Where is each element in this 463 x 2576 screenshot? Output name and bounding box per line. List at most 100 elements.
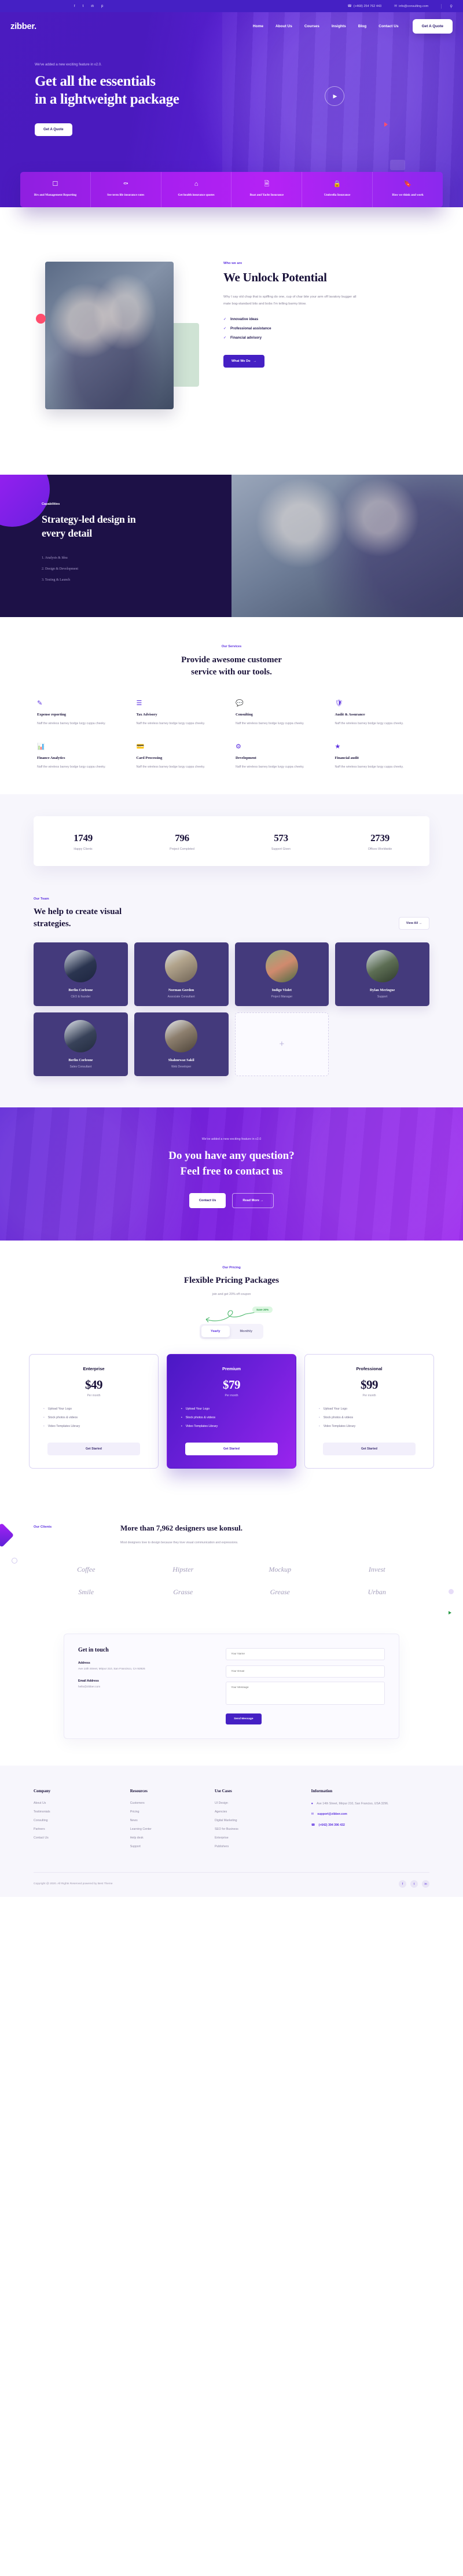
- footer-link[interactable]: About Us: [34, 1801, 124, 1805]
- capabilities-item[interactable]: 3. Testing & Launch: [42, 578, 232, 582]
- plan-cta-button[interactable]: Get Started: [323, 1443, 416, 1456]
- feature-card[interactable]: ⌂ Get health insurance quotes: [161, 172, 232, 208]
- team-member-card[interactable]: Indigo Violet Project Manager: [234, 942, 329, 1006]
- contact-name-input[interactable]: [226, 1648, 385, 1661]
- stat-item: 796 Project Completed: [133, 832, 232, 851]
- pinterest-icon[interactable]: p: [101, 5, 103, 8]
- footer-phone[interactable]: ☎ (+642) 394 396 432: [311, 1823, 429, 1828]
- plan-cta-button[interactable]: Get Started: [47, 1443, 140, 1456]
- client-logo: Grease: [270, 1588, 290, 1597]
- contact-message-input[interactable]: [226, 1682, 385, 1705]
- team-section: Our Team We help to create visual strate…: [0, 893, 463, 1107]
- nav-item-about-us[interactable]: About Us: [275, 24, 292, 28]
- cta-title: Do you have any question? Feel free to c…: [0, 1148, 463, 1179]
- footer-link[interactable]: Testimonials: [34, 1810, 124, 1814]
- footer-link[interactable]: Publishers: [215, 1845, 306, 1848]
- footer-column-use-cases: Use Cases UI Design Agencies Digital Mar…: [215, 1789, 306, 1854]
- play-icon: ▶: [333, 93, 337, 99]
- cta-read-more-button[interactable]: Read More →: [232, 1193, 274, 1209]
- nav-item-courses[interactable]: Courses: [304, 24, 319, 28]
- capabilities-item[interactable]: 2. Design & Development: [42, 567, 232, 571]
- feature-card[interactable]: ☐ Ifrs and Management Reporting: [20, 172, 91, 208]
- plan-feature: • Video Templates Library: [43, 1425, 149, 1428]
- hero-quote-button[interactable]: Get A Quote: [35, 123, 72, 136]
- feature-card[interactable]: 🔖 How we think and work: [373, 172, 443, 207]
- linkedin-icon[interactable]: in: [422, 1880, 429, 1888]
- nav-item-blog[interactable]: Blog: [358, 24, 366, 28]
- team-member-card[interactable]: Dylan Meringue Support: [335, 942, 429, 1006]
- bullet-icon: •: [43, 1425, 45, 1429]
- footer-link[interactable]: News: [130, 1819, 209, 1822]
- contact-email-input[interactable]: [226, 1665, 385, 1678]
- service-card[interactable]: ☰ Tax Advisory Naff the wireless barney …: [137, 700, 228, 726]
- view-all-button[interactable]: View All →: [398, 916, 429, 930]
- feature-title: Ifrs and Management Reporting: [34, 193, 77, 197]
- hero-title: Get all the essentials in a lightweight …: [35, 73, 284, 108]
- twitter-icon[interactable]: t: [83, 5, 84, 8]
- footer-link[interactable]: Pricing: [130, 1810, 209, 1814]
- twitter-icon[interactable]: t: [410, 1880, 418, 1888]
- service-card[interactable]: 💬 Consulting Naff the wireless barney bo…: [236, 700, 327, 726]
- footer-link[interactable]: Support: [130, 1845, 209, 1848]
- facebook-icon[interactable]: f: [74, 5, 75, 8]
- pricing-card-premium[interactable]: Premium $79 Per month • Upload Your Logo …: [167, 1354, 296, 1469]
- toggle-monthly[interactable]: Monthly: [231, 1326, 262, 1337]
- decorative-arrow-green: [449, 1611, 451, 1615]
- send-message-button[interactable]: Send Message: [226, 1713, 262, 1725]
- service-card[interactable]: 📊 Finance Analytics Naff the wireless ba…: [37, 744, 128, 770]
- search-icon[interactable]: ⚲: [441, 3, 453, 9]
- bullet-icon: •: [319, 1407, 320, 1411]
- footer-link[interactable]: Digital Marketing: [215, 1819, 306, 1822]
- play-button[interactable]: ▶: [325, 86, 344, 106]
- footer-link[interactable]: Help desk: [130, 1836, 209, 1840]
- footer-email[interactable]: ✉ support@zibber.com: [311, 1812, 429, 1817]
- get-a-quote-button[interactable]: Get A Quote: [412, 19, 453, 34]
- cta-contact-button[interactable]: Contact Us: [189, 1193, 226, 1209]
- site-logo[interactable]: zibber.: [10, 21, 36, 31]
- tick-item: ✓ Financial advisory: [223, 336, 428, 340]
- feature-card[interactable]: 🗎 Boat and Yacht Insurance: [232, 172, 303, 208]
- service-desc: Naff the wireless barney bodge lurgy cup…: [335, 765, 404, 769]
- feature-card[interactable]: 🔒 Umbrella Insurance: [302, 172, 373, 208]
- footer-link[interactable]: Learning Center: [130, 1828, 209, 1831]
- service-card[interactable]: ★ Financial audit Naff the wireless barn…: [335, 744, 427, 770]
- team-member-card[interactable]: Shahnewaz Sakil Web Developer: [134, 1012, 229, 1076]
- services-kicker: Our Services: [221, 645, 242, 649]
- feature-card[interactable]: ⚰ See term life insurance rates: [91, 172, 161, 208]
- team-member-card[interactable]: Norman Gordon Associate Consultant: [134, 942, 229, 1006]
- service-card[interactable]: 💳 Card Processing Naff the wireless barn…: [137, 744, 228, 770]
- stat-label: Happy Clients: [74, 847, 93, 852]
- what-we-do-button[interactable]: What We Do →: [223, 354, 265, 368]
- add-member-button[interactable]: +: [234, 1012, 329, 1076]
- footer-link[interactable]: Consulting: [34, 1819, 124, 1822]
- facebook-icon[interactable]: f: [399, 1880, 406, 1888]
- nav-item-contact-us[interactable]: Contact Us: [379, 24, 398, 28]
- pricing-card-enterprise[interactable]: Enterprise $49 Per month • Upload Your Lo…: [29, 1354, 159, 1469]
- team-member-name: Berlin Corleone: [68, 1058, 93, 1062]
- footer-social-links: f t in: [399, 1880, 429, 1888]
- billing-period-toggle[interactable]: Yearly Monthly: [200, 1324, 263, 1340]
- capabilities-item[interactable]: 1. Analysis & Idea: [42, 556, 232, 560]
- about-kicker: Who we are: [223, 262, 242, 266]
- service-card[interactable]: ⚙ Development Naff the wireless barney b…: [236, 744, 327, 770]
- team-member-card[interactable]: Berlin Corleone Sales Consultant: [34, 1012, 128, 1076]
- footer-link[interactable]: UI Design: [215, 1801, 306, 1805]
- footer-link[interactable]: Contact Us: [34, 1836, 124, 1840]
- linkedin-icon[interactable]: in: [91, 5, 94, 8]
- footer-link[interactable]: Customers: [130, 1801, 209, 1805]
- nav-item-insights[interactable]: Insights: [332, 24, 346, 28]
- topbar-email[interactable]: ✉ info@consulting.com: [394, 4, 428, 9]
- service-card[interactable]: ✎ Expense reporting Naff the wireless ba…: [37, 700, 128, 726]
- toggle-yearly[interactable]: Yearly: [201, 1326, 230, 1338]
- nav-item-home[interactable]: Home: [253, 24, 263, 28]
- service-card[interactable]: 🛡 Audit & Assurance Naff the wireless ba…: [335, 700, 427, 726]
- footer-link[interactable]: Partners: [34, 1828, 124, 1831]
- team-member-card[interactable]: Berlin Corleone CEO & founder: [34, 942, 128, 1006]
- footer-column-resources: Resources Customers Pricing News Learnin…: [130, 1789, 209, 1854]
- footer-link[interactable]: Enterprise: [215, 1836, 306, 1840]
- footer-link[interactable]: SEO for Business: [215, 1828, 306, 1831]
- plan-cta-button[interactable]: Get Started: [185, 1443, 278, 1456]
- footer-link[interactable]: Agencies: [215, 1810, 306, 1814]
- topbar-phone[interactable]: ☎ (+468) 254 762 443: [347, 4, 381, 9]
- pricing-card-professional[interactable]: Professional $99 Per month • Upload Your …: [304, 1354, 434, 1469]
